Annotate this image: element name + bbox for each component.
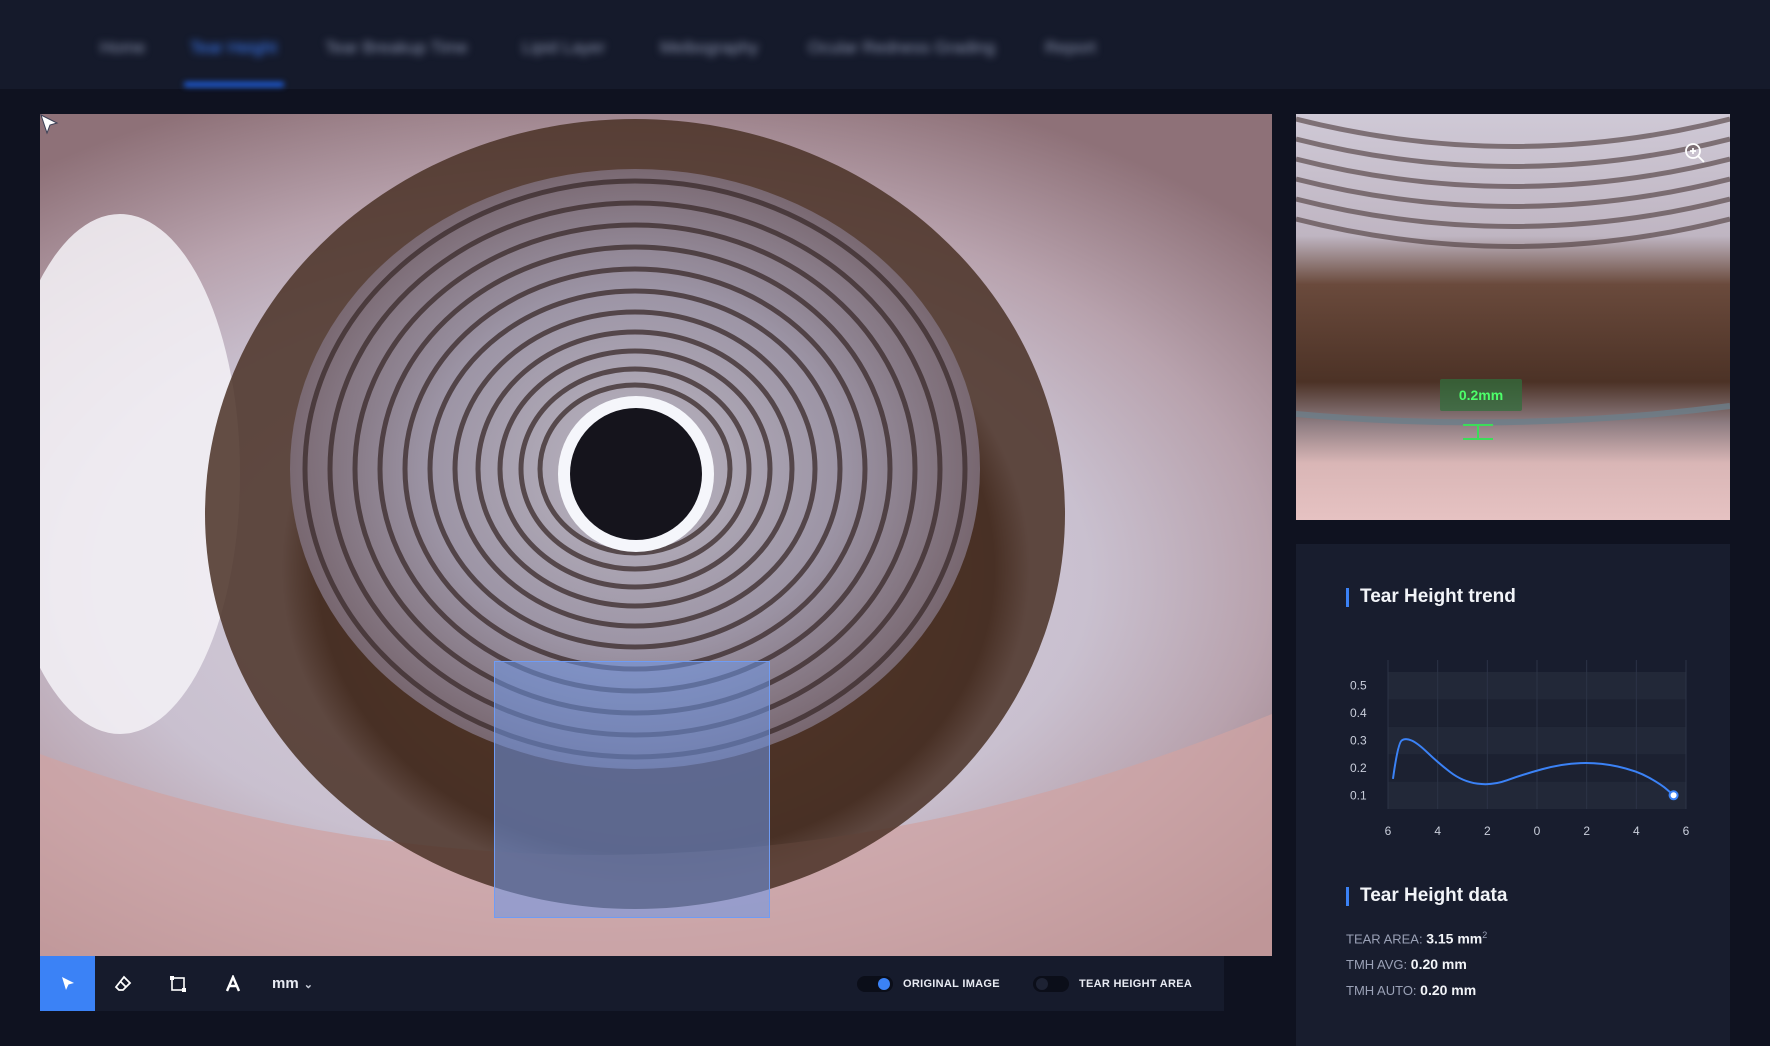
y-tick-label: 0.5 [1350, 679, 1367, 693]
trend-end-point [1668, 790, 1679, 801]
chevron-down-icon: ⌄ [303, 979, 313, 991]
eraser-tool-button[interactable] [95, 956, 150, 1011]
select-icon [61, 976, 74, 990]
y-tick-label: 0.3 [1350, 734, 1367, 748]
eraser-icon [114, 975, 131, 991]
tear-area-value: 3.15 mm [1426, 930, 1483, 947]
tmh-auto-row: TMH AUTO: 0.20 mm [1346, 982, 1476, 998]
tmh-avg-value: 0.20 mm [1410, 956, 1467, 972]
tmh-avg-row: TMH AVG: 0.20 mm [1346, 956, 1467, 972]
select-tool-button[interactable] [40, 956, 95, 1011]
nav-tab-tear-height[interactable]: Tear Height [190, 36, 277, 60]
tear-height-selection-box[interactable] [494, 661, 770, 918]
data-section-title: Tear Height data [1346, 885, 1507, 907]
annotation-toolbar: mm ⌄ ORIGINAL IMAGE TEAR HEIGHT AREA [40, 956, 1224, 1011]
zoom-detail-panel: 0.2mm [1296, 114, 1730, 520]
tear-area-unit-exponent: 2 [1482, 930, 1488, 940]
tear-area-row: TEAR AREA: 3.15 mm2 [1346, 930, 1487, 946]
x-tick-label: 6 [1385, 824, 1392, 838]
original-image-switch[interactable] [857, 976, 893, 992]
nav-tab-meibography[interactable]: Meibography [660, 36, 758, 60]
tmh-auto-label: TMH AUTO: [1346, 983, 1417, 998]
x-tick-label: 0 [1534, 824, 1541, 838]
mouse-cursor-icon [40, 114, 59, 135]
trend-section-title: Tear Height trend [1346, 586, 1516, 608]
y-tick-label: 0.4 [1350, 706, 1367, 720]
x-tick-label: 4 [1633, 824, 1640, 838]
unit-label: mm [272, 975, 299, 992]
x-tick-label: 2 [1583, 824, 1590, 838]
x-tick-label: 6 [1683, 824, 1690, 838]
zoomed-image [1296, 116, 1730, 426]
tear-height-info-panel: Tear Height trend 0.1 0.2 0.3 0.4 0.5 6 4 2 0 2 4… [1296, 544, 1730, 1046]
tear-height-trend-chart: 0.1 0.2 0.3 0.4 0.5 6 4 2 0 2 4 6 [1350, 660, 1690, 838]
tear-height-area-toggle[interactable]: TEAR HEIGHT AREA [1033, 974, 1192, 994]
x-tick-label: 4 [1434, 824, 1441, 838]
x-tick-label: 2 [1484, 824, 1491, 838]
caliper-icon [1463, 424, 1493, 440]
tmh-auto-value: 0.20 mm [1420, 982, 1477, 998]
nav-tab-lipid-layer[interactable]: Lipid Layer [522, 36, 605, 60]
text-icon [225, 974, 240, 991]
tear-area-label: TEAR AREA: [1346, 931, 1423, 947]
zoom-in-icon[interactable] [1684, 142, 1706, 164]
tear-height-area-label: TEAR HEIGHT AREA [1079, 978, 1193, 990]
unit-selector[interactable]: mm ⌄ [272, 956, 313, 1011]
nav-tab-tear-breakup-time[interactable]: Tear Breakup Time [325, 36, 468, 60]
y-tick-label: 0.2 [1350, 761, 1367, 775]
nav-tab-home[interactable]: Home [100, 36, 145, 60]
nav-tab-ocular-redness[interactable]: Ocular Redness Grading [808, 36, 995, 60]
original-image-label: ORIGINAL IMAGE [903, 978, 1000, 990]
tmh-avg-label: TMH AVG: [1346, 957, 1408, 972]
nav-tab-report[interactable]: Report [1045, 36, 1096, 60]
original-image-toggle[interactable]: ORIGINAL IMAGE [857, 974, 1000, 994]
tear-height-area-switch[interactable] [1033, 976, 1069, 992]
rectangle-icon [169, 975, 186, 992]
eye-image-viewer[interactable] [40, 114, 1272, 956]
top-navigation: Home Tear Height Tear Breakup Time Lipid… [0, 0, 1770, 89]
rectangle-tool-button[interactable] [150, 956, 205, 1011]
y-tick-label: 0.1 [1350, 788, 1367, 802]
text-tool-button[interactable] [205, 956, 260, 1011]
active-tab-indicator [184, 82, 284, 87]
tear-height-measurement-badge: 0.2mm [1440, 379, 1522, 411]
